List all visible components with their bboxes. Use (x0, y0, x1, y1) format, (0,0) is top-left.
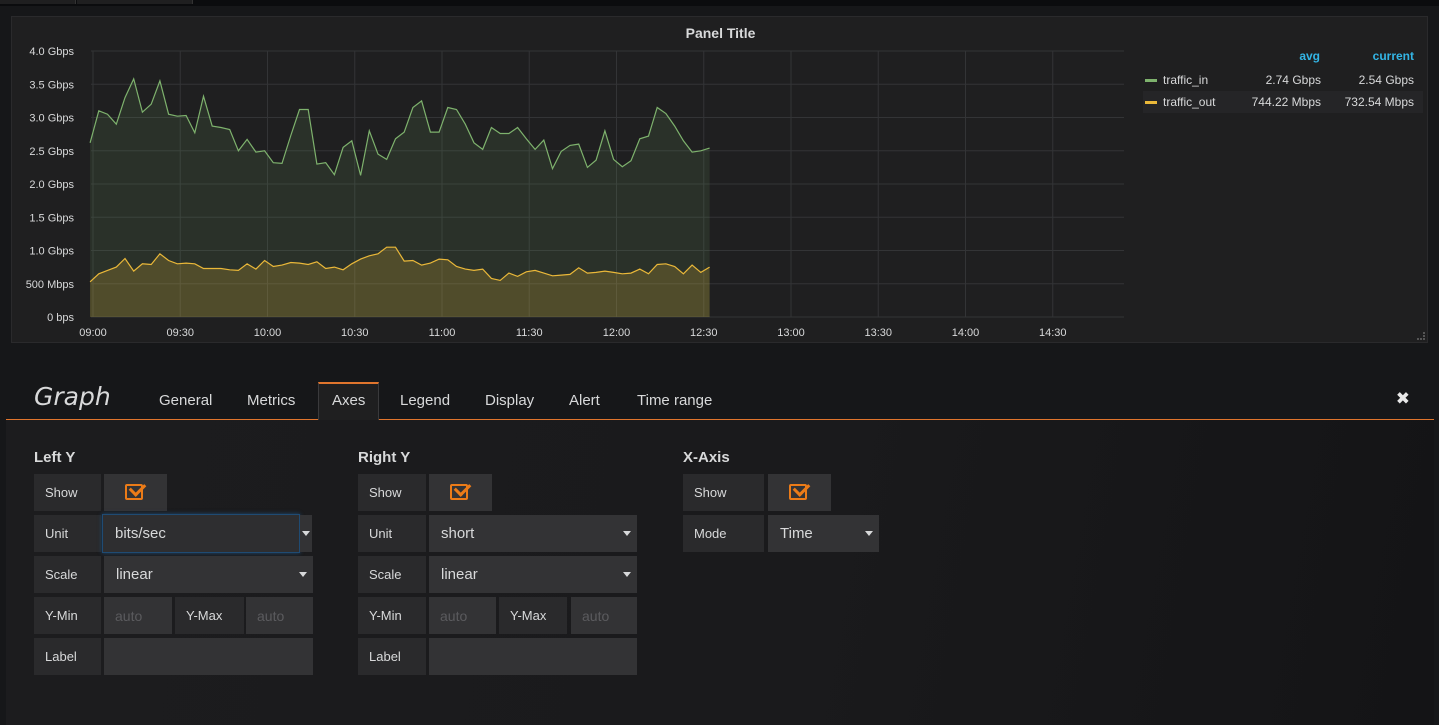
right-y-unit-label: Unit (358, 515, 426, 552)
tab-time-range[interactable]: Time range (624, 382, 725, 420)
panel-resize-handle[interactable] (1417, 332, 1425, 340)
left-y-show-label: Show (34, 474, 101, 511)
right-y-ymin-input[interactable] (429, 597, 496, 634)
x-tick-label: 10:00 (254, 327, 282, 339)
right-y-scale-select[interactable]: linear (429, 556, 637, 593)
x-tick-label: 12:00 (603, 327, 631, 339)
x-tick-label: 09:30 (166, 327, 194, 339)
tab-metrics[interactable]: Metrics (234, 382, 308, 420)
left-y-axis-label-input[interactable] (104, 638, 313, 675)
checkbox-checked-icon (125, 484, 143, 500)
y-tick-label: 2.5 Gbps (29, 146, 74, 158)
y-tick-label: 3.5 Gbps (29, 79, 74, 91)
chevron-down-icon (302, 531, 310, 536)
legend-avg-value: 744.22 Mbps (1251, 95, 1321, 109)
x-axis-mode-value: Time (780, 525, 813, 542)
series-color-swatch[interactable] (1145, 79, 1157, 82)
tab-axes[interactable]: Axes (318, 382, 380, 421)
legend-current-value: 2.54 Gbps (1358, 73, 1414, 87)
checkbox-checked-icon (450, 484, 468, 500)
x-tick-label: 10:30 (341, 327, 369, 339)
left-y-scale-select[interactable]: linear (104, 556, 313, 593)
tab-general[interactable]: General (146, 382, 225, 420)
left-y-unit-label: Unit (34, 515, 101, 552)
top-tab[interactable] (77, 0, 193, 4)
x-axis-mode-label: Mode (683, 515, 764, 552)
tab-alert[interactable]: Alert (556, 382, 613, 420)
chevron-down-icon (623, 531, 631, 536)
legend-item-traffic-out[interactable]: traffic_out 744.22 Mbps 732.54 Mbps (1143, 91, 1423, 113)
right-y-show-checkbox[interactable] (429, 474, 492, 511)
left-y-axis-label-label: Label (34, 638, 101, 675)
left-y-unit-select[interactable]: bits/sec (102, 514, 300, 553)
legend-series-name[interactable]: traffic_out (1163, 91, 1215, 113)
legend-avg-value: 2.74 Gbps (1265, 73, 1321, 87)
right-y-unit-select[interactable]: short (429, 515, 637, 552)
legend-header-current[interactable]: current (1373, 49, 1414, 63)
legend-series-name[interactable]: traffic_in (1163, 69, 1208, 91)
right-y-scale-label: Scale (358, 556, 426, 593)
legend-header-avg[interactable]: avg (1299, 49, 1320, 63)
right-y-title: Right Y (358, 449, 411, 466)
x-tick-label: 11:30 (516, 327, 543, 339)
left-y-ymin-label: Y-Min (34, 597, 101, 634)
x-tick-label: 09:00 (79, 327, 107, 339)
right-y-axis-label-input[interactable] (429, 638, 637, 675)
right-y-ymin-label: Y-Min (358, 597, 426, 634)
x-tick-label: 11:00 (429, 327, 456, 339)
top-strip (0, 0, 1439, 6)
y-tick-label: 0 bps (47, 312, 74, 324)
x-tick-label: 14:30 (1039, 327, 1067, 339)
left-y-ymax-input[interactable] (246, 597, 313, 634)
panel-title[interactable]: Panel Title (12, 25, 1429, 41)
right-y-axis-label-label: Label (358, 638, 426, 675)
legend: avg current traffic_in 2.74 Gbps 2.54 Gb… (1143, 49, 1423, 113)
close-icon[interactable]: ✖ (1396, 389, 1410, 409)
series-color-swatch[interactable] (1145, 101, 1157, 104)
x-axis-show-checkbox[interactable] (768, 474, 831, 511)
right-y-ymax-label: Y-Max (499, 597, 567, 634)
y-tick-label: 1.5 Gbps (29, 212, 74, 224)
left-y-ymax-label: Y-Max (175, 597, 244, 634)
left-y-unit-value: bits/sec (115, 525, 166, 542)
right-y-show-label: Show (358, 474, 426, 511)
x-axis-title: X-Axis (683, 449, 730, 466)
legend-current-value: 732.54 Mbps (1344, 95, 1414, 109)
graph-chart: 0 bps 500 Mbps 1.0 Gbps 1.5 Gbps 2.0 Gbps 2.5… (26, 46, 1124, 339)
left-y-scale-label: Scale (34, 556, 101, 593)
left-y-ymin-input[interactable] (104, 597, 172, 634)
x-tick-label: 12:30 (690, 327, 718, 339)
checkbox-checked-icon (789, 484, 807, 500)
x-axis-mode-select[interactable]: Time (768, 515, 879, 552)
y-tick-label: 500 Mbps (26, 279, 75, 291)
left-y-title: Left Y (34, 449, 76, 466)
y-tick-label: 1.0 Gbps (29, 246, 74, 258)
chevron-down-icon (299, 572, 307, 577)
tab-display[interactable]: Display (472, 382, 547, 420)
y-tick-label: 3.0 Gbps (29, 113, 74, 125)
axes-editor: Left Y Show Unit bits/sec Scale linear Y… (6, 420, 1434, 725)
top-tab[interactable] (0, 0, 76, 4)
left-y-show-checkbox[interactable] (104, 474, 167, 511)
x-axis-show-label: Show (683, 474, 764, 511)
x-tick-label: 13:30 (864, 327, 892, 339)
chevron-down-icon (623, 572, 631, 577)
panel-editor-header: Graph General Metrics Axes Legend Displa… (6, 376, 1434, 421)
graph-panel: 0 bps 500 Mbps 1.0 Gbps 1.5 Gbps 2.0 Gbps 2.5… (11, 16, 1428, 343)
tab-legend[interactable]: Legend (387, 382, 463, 420)
chevron-down-icon (865, 531, 873, 536)
y-tick-label: 4.0 Gbps (29, 46, 74, 58)
x-tick-label: 13:00 (777, 327, 805, 339)
right-y-scale-value: linear (441, 566, 478, 583)
legend-item-traffic-in[interactable]: traffic_in 2.74 Gbps 2.54 Gbps (1143, 69, 1423, 91)
y-tick-label: 2.0 Gbps (29, 179, 74, 191)
left-y-scale-value: linear (116, 566, 153, 583)
right-y-unit-value: short (441, 525, 475, 542)
left-y-unit-dropdown-toggle[interactable] (300, 515, 312, 552)
editor-title: Graph (34, 382, 111, 411)
right-y-ymax-input[interactable] (571, 597, 637, 634)
x-tick-label: 14:00 (952, 327, 980, 339)
